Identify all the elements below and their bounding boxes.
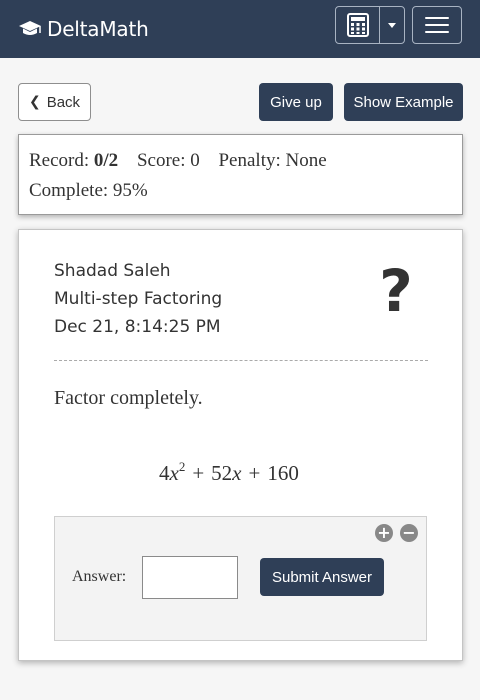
problem-timestamp: Dec 21, 8:14:25 PM: [54, 317, 221, 337]
record-panel: Record: 0/2 Score: 0 Penalty: None Compl…: [18, 134, 463, 215]
record-line: Record: 0/2 Score: 0 Penalty: None: [29, 150, 327, 172]
problem-meta: Shadad Saleh Multi-step Factoring Dec 21…: [54, 257, 222, 341]
score-label: Score:: [136, 150, 186, 171]
answer-label: Answer:: [72, 568, 127, 585]
calculator-icon: [346, 13, 369, 37]
complete-line: Complete: 95%: [29, 180, 148, 202]
score-value: 0: [190, 150, 200, 171]
record-label: Record:: [29, 150, 90, 171]
problem-instruction: Factor completely.: [54, 387, 203, 409]
submit-answer-button[interactable]: Submit Answer: [260, 558, 384, 596]
zoom-out-icon[interactable]: −: [400, 524, 418, 542]
show-example-button[interactable]: Show Example: [344, 83, 463, 121]
complete-label: Complete:: [29, 180, 109, 201]
back-button[interactable]: ❮ Back: [18, 83, 91, 121]
complete-value: 95%: [112, 180, 148, 201]
math-expression: 4x2 +52x +160: [159, 459, 299, 485]
calculator-button[interactable]: [336, 7, 381, 43]
zoom-in-icon[interactable]: +: [375, 524, 393, 542]
brand-name: DeltaMath: [47, 17, 149, 41]
calculator-button-group: [335, 6, 405, 44]
brand-logo[interactable]: DeltaMath: [18, 14, 149, 44]
hamburger-menu-button[interactable]: [412, 6, 462, 44]
help-question-icon[interactable]: ?: [373, 257, 419, 325]
problem-panel: Shadad Saleh Multi-step Factoring Dec 21…: [18, 229, 463, 661]
penalty-label: Penalty:: [218, 150, 281, 171]
navbar: DeltaMath: [0, 0, 480, 58]
give-up-button[interactable]: Give up: [259, 83, 333, 121]
penalty-value: None: [285, 150, 327, 171]
hamburger-menu-icon: [425, 17, 449, 19]
chevron-left-icon: ❮: [28, 94, 41, 110]
answer-area: + − Answer: Submit Answer: [54, 516, 427, 641]
caret-down-icon: [388, 22, 397, 28]
back-button-label: Back: [46, 93, 81, 111]
record-value: 0/2: [93, 150, 119, 171]
calculator-dropdown-button[interactable]: [380, 7, 404, 43]
graduation-cap-icon: [19, 21, 41, 35]
divider: [54, 360, 428, 361]
skill-name: Multi-step Factoring: [54, 289, 223, 309]
student-name: Shadad Saleh: [54, 261, 171, 281]
answer-input[interactable]: [142, 556, 238, 599]
